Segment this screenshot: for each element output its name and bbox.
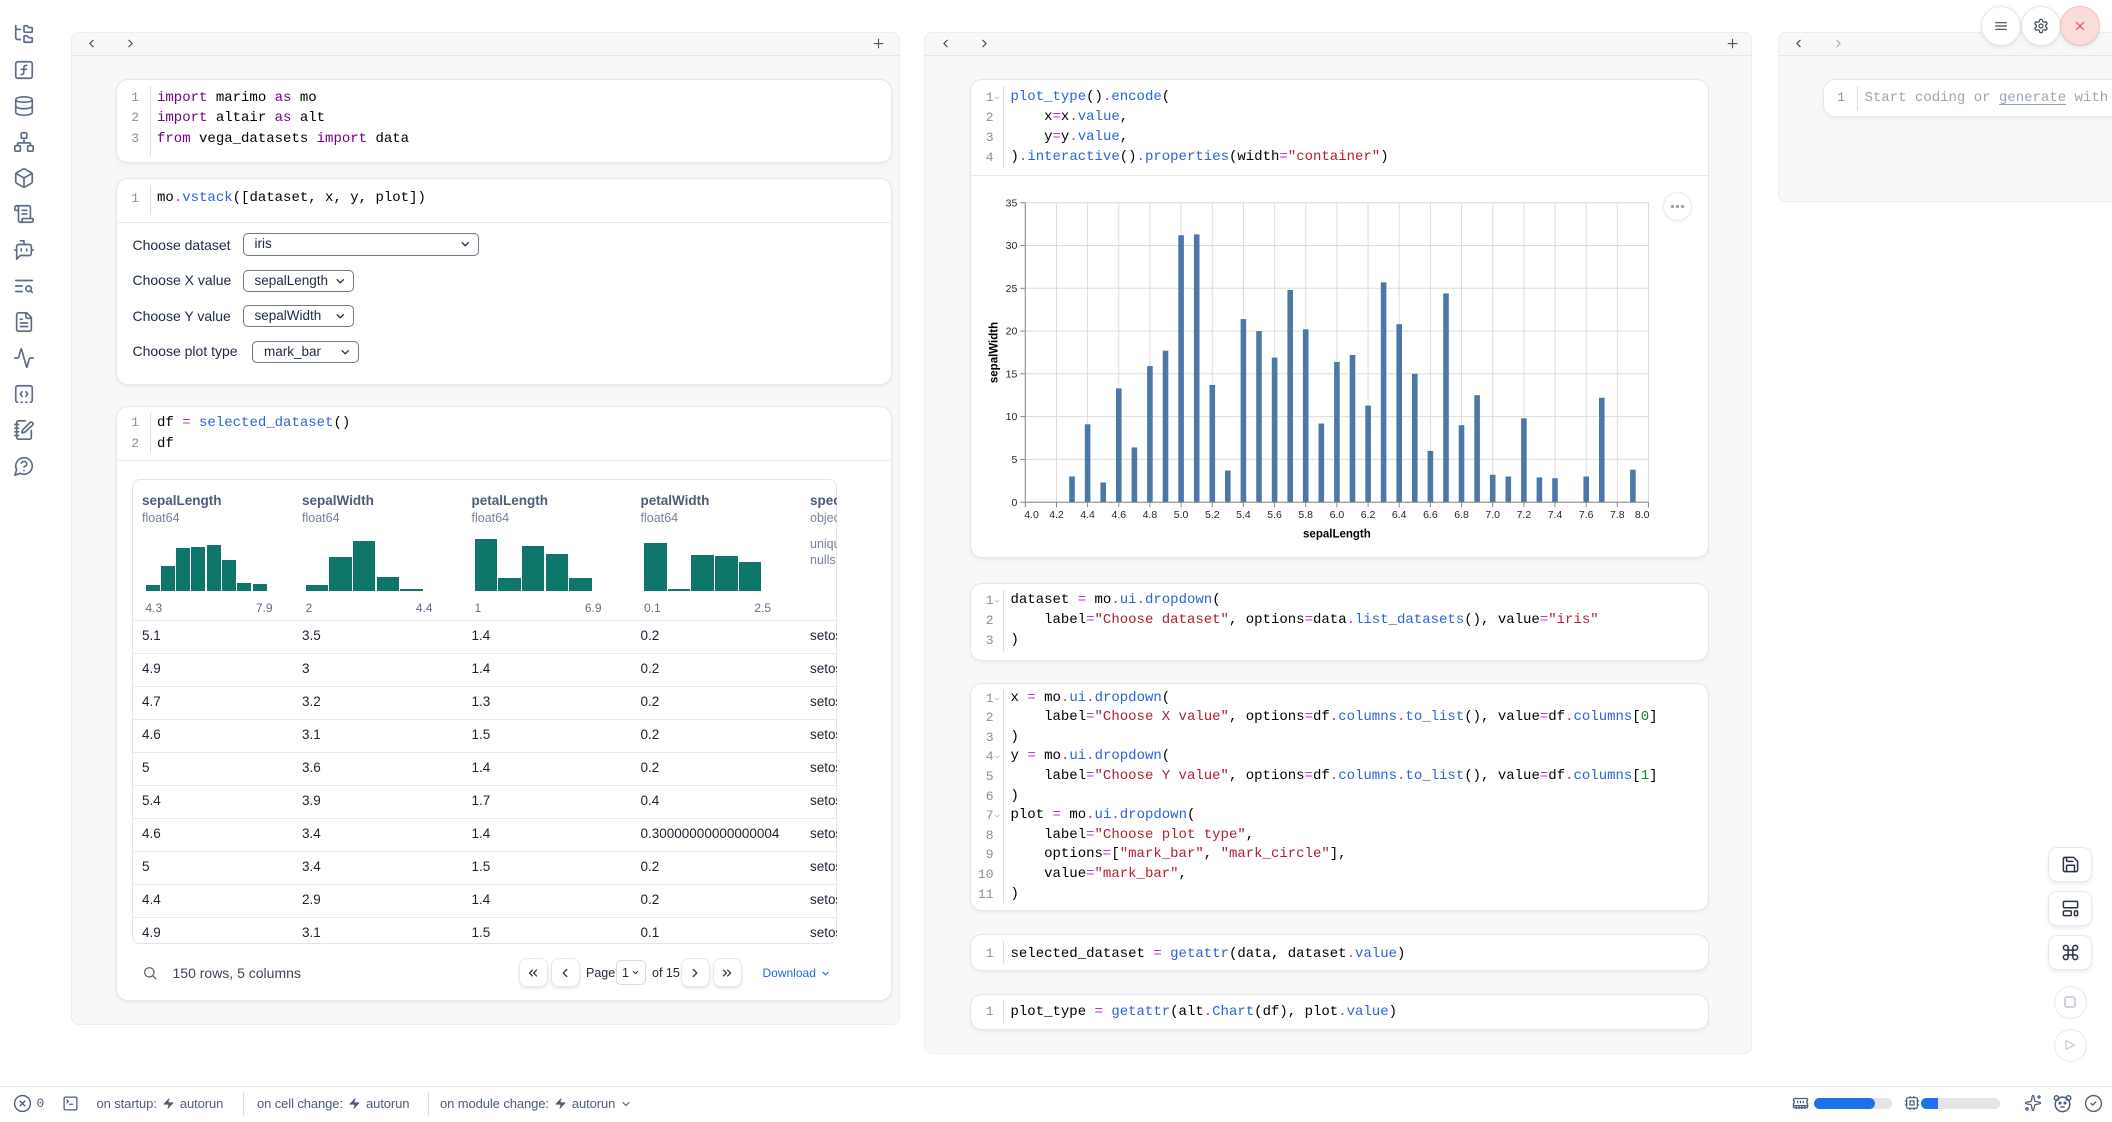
svg-text:sepalWidth: sepalWidth — [988, 322, 1000, 383]
svg-text:7.4: 7.4 — [1548, 509, 1563, 521]
svg-text:7.6: 7.6 — [1579, 509, 1594, 521]
svg-text:5.4: 5.4 — [1236, 509, 1251, 521]
svg-text:6.0: 6.0 — [1330, 509, 1345, 521]
svg-text:20: 20 — [1006, 326, 1018, 338]
svg-text:5.2: 5.2 — [1205, 509, 1220, 521]
svg-text:7.2: 7.2 — [1517, 509, 1532, 521]
svg-text:4.8: 4.8 — [1143, 509, 1158, 521]
svg-text:5.6: 5.6 — [1267, 509, 1282, 521]
svg-text:30: 30 — [1006, 240, 1018, 252]
svg-text:0: 0 — [1011, 497, 1017, 509]
svg-text:7.0: 7.0 — [1485, 509, 1500, 521]
svg-text:25: 25 — [1006, 283, 1018, 295]
svg-text:5.8: 5.8 — [1298, 509, 1313, 521]
svg-text:4.4: 4.4 — [1080, 509, 1095, 521]
svg-text:15: 15 — [1006, 368, 1018, 380]
svg-text:7.8: 7.8 — [1610, 509, 1625, 521]
svg-text:4.6: 4.6 — [1111, 509, 1126, 521]
svg-text:6.2: 6.2 — [1361, 509, 1376, 521]
svg-text:4.0: 4.0 — [1024, 509, 1039, 521]
svg-text:6.8: 6.8 — [1454, 509, 1469, 521]
svg-text:4.2: 4.2 — [1049, 509, 1064, 521]
svg-text:8.0: 8.0 — [1635, 509, 1650, 521]
svg-text:35: 35 — [1006, 197, 1018, 209]
svg-text:5.0: 5.0 — [1174, 509, 1189, 521]
svg-text:6.6: 6.6 — [1423, 509, 1438, 521]
svg-text:10: 10 — [1006, 411, 1018, 423]
svg-text:5: 5 — [1011, 454, 1017, 466]
svg-text:sepalLength: sepalLength — [1303, 529, 1371, 541]
svg-text:6.4: 6.4 — [1392, 509, 1407, 521]
